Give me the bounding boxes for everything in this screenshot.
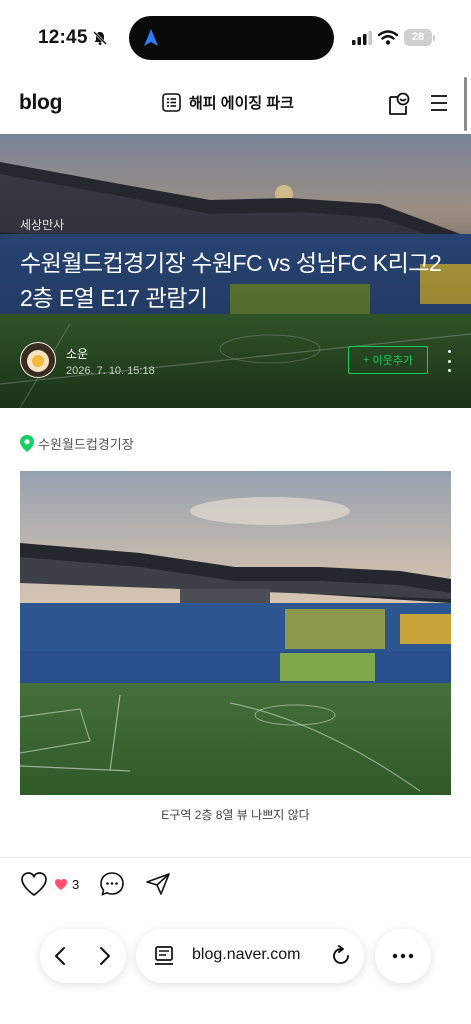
post-category[interactable]: 세상만사 <box>20 216 64 233</box>
more-options-button[interactable] <box>375 929 431 983</box>
heart-outline-icon[interactable] <box>20 871 48 897</box>
blog-name: 해피 에이징 파크 <box>189 95 294 112</box>
post-photo[interactable] <box>20 471 451 795</box>
more-horizontal-icon <box>392 953 414 959</box>
wifi-icon <box>378 30 398 45</box>
status-bar: 12:45 28 <box>0 0 471 74</box>
place-name: 수원월드컵경기장 <box>38 437 134 452</box>
like-count-group[interactable]: 3 <box>54 877 79 892</box>
store-icon[interactable] <box>387 91 411 117</box>
list-icon <box>162 93 181 112</box>
place-tag[interactable]: 수원월드컵경기장 <box>20 434 134 453</box>
share-icon[interactable] <box>145 872 171 896</box>
page-icon[interactable] <box>154 945 174 967</box>
heart-filled-icon <box>55 878 67 890</box>
battery-icon: 28 <box>404 29 432 46</box>
scroll-indicator <box>464 77 467 131</box>
menu-icon[interactable] <box>429 94 449 112</box>
like-count: 3 <box>72 876 80 892</box>
post-hero: 세상만사 수원월드컵경기장 수원FC vs 성남FC K리그2 2층 E열 E1… <box>0 134 471 408</box>
photo-caption: E구역 2층 8열 뷰 나쁘지 않다 <box>161 808 310 822</box>
post-actions: 3 <box>20 870 171 898</box>
add-neighbor-button[interactable]: + 이웃추가 <box>348 346 428 374</box>
dynamic-island <box>129 16 334 60</box>
blog-logo[interactable]: blog <box>19 91 62 115</box>
status-time: 12:45 <box>38 27 88 48</box>
cellular-signal-icon <box>352 31 372 45</box>
add-neighbor-label: 이웃추가 <box>372 355 413 367</box>
reload-icon[interactable] <box>330 945 352 967</box>
blog-name-link[interactable]: 해피 에이징 파크 <box>162 92 294 113</box>
avatar-image <box>21 343 55 377</box>
battery-cap <box>433 35 435 41</box>
address-bar[interactable]: blog.naver.com <box>136 929 364 983</box>
navigation-pill <box>40 929 126 983</box>
url-text: blog.naver.com <box>192 946 301 963</box>
bell-slash-icon <box>93 31 107 45</box>
back-icon[interactable] <box>53 946 67 966</box>
divider <box>0 857 471 858</box>
map-pin-icon <box>20 435 34 452</box>
blog-header: blog 해피 에이징 파크 <box>0 74 471 135</box>
more-vertical-icon[interactable] <box>444 350 454 372</box>
location-arrow-icon <box>144 29 158 46</box>
stadium-photo <box>20 471 451 795</box>
post-date: 2026. 7. 10. 15:18 <box>66 365 155 377</box>
author-avatar[interactable] <box>20 342 56 378</box>
forward-icon[interactable] <box>98 946 112 966</box>
post-title: 수원월드컵경기장 수원FC vs 성남FC K리그2 2층 E열 E17 관람기 <box>20 250 442 311</box>
author-name[interactable]: 소운 <box>66 345 88 362</box>
plus-icon: + <box>363 354 370 366</box>
comment-icon[interactable] <box>99 871 125 897</box>
